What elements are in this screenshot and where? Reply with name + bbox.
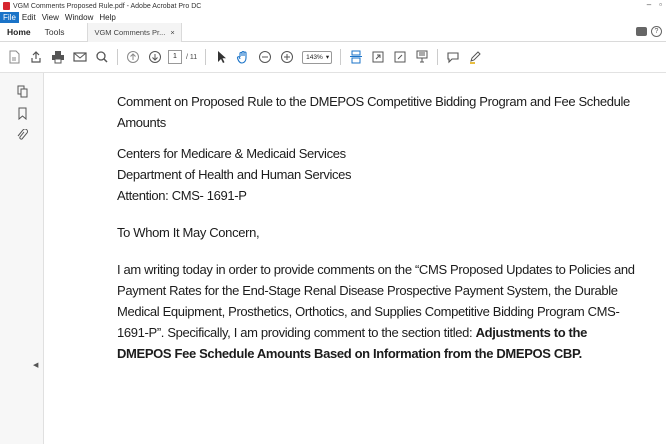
salutation: To Whom It May Concern, [117,225,260,240]
add-comment-icon[interactable] [442,46,464,68]
toolbar-separator [117,49,118,65]
body-text: 1691-P”. Specifically, I am providing co… [117,325,476,340]
full-screen-icon[interactable] [389,46,411,68]
document-tab-label: VGM Comments Pr... [94,27,166,37]
body-line: Payment Rates for the End-Stage Renal Di… [117,283,618,298]
zoom-level-dropdown[interactable]: 143% ▾ [302,50,333,64]
tab-tools[interactable]: Tools [38,23,72,42]
tab-document[interactable]: VGM Comments Pr... × [87,22,182,42]
tabbar-right-icons: ? [636,26,662,37]
read-mode-icon[interactable] [411,46,433,68]
menu-window[interactable]: Window [62,12,96,23]
comment-icon[interactable] [636,27,647,36]
close-tab-icon[interactable]: × [170,23,174,42]
document-title-line: Amounts [117,115,166,130]
next-page-icon[interactable] [144,46,166,68]
address-line: Centers for Medicare & Medicaid Services [117,146,346,161]
bookmark-icon[interactable] [17,107,28,120]
share-icon[interactable] [25,46,47,68]
body-line: 1691-P”. Specifically, I am providing co… [117,322,657,343]
zoom-out-icon[interactable] [254,46,276,68]
address-line: Attention: CMS- 1691-P [117,188,247,203]
document-view[interactable]: Comment on Proposed Rule to the DMEPOS C… [45,73,666,444]
acrobat-pdf-icon [3,2,10,10]
document-page: Comment on Proposed Rule to the DMEPOS C… [117,91,657,364]
body-line: Medical Equipment, Prosthetics, Orthotic… [117,304,620,319]
minimize-button[interactable]: – [643,0,655,9]
search-icon[interactable] [91,46,113,68]
attachment-icon[interactable] [17,129,28,142]
menu-file[interactable]: File [0,12,19,23]
tab-bar: Home Tools VGM Comments Pr... × ? [0,22,666,42]
window-title: VGM Comments Proposed Rule.pdf - Adobe A… [13,2,202,10]
title-bar: VGM Comments Proposed Rule.pdf - Adobe A… [0,0,666,12]
help-icon[interactable]: ? [651,26,662,37]
create-pdf-icon[interactable] [3,46,25,68]
page-thumbnails-icon[interactable] [17,85,28,98]
menu-help[interactable]: Help [96,12,118,23]
address-line: Department of Health and Human Services [117,167,352,182]
zoom-in-icon[interactable] [276,46,298,68]
print-icon[interactable] [47,46,69,68]
select-cursor-icon[interactable] [210,46,232,68]
section-title-bold: Adjustments to the [475,325,588,340]
section-title-bold: DMEPOS Fee Schedule Amounts Based on Inf… [117,346,582,361]
restore-button[interactable]: ▫ [655,0,666,9]
document-title-line: Comment on Proposed Rule to the DMEPOS C… [117,94,630,109]
tab-home[interactable]: Home [0,23,38,42]
email-icon[interactable] [69,46,91,68]
window-controls: – ▫ [643,0,666,9]
hand-tool-icon[interactable] [232,46,254,68]
toolbar-separator [340,49,342,65]
menu-view[interactable]: View [39,12,62,23]
chevron-down-icon: ▾ [325,53,330,61]
toolbar-separator [437,49,439,65]
body-line: I am writing today in order to provide c… [117,262,635,277]
body-line: DMEPOS Fee Schedule Amounts Based on Inf… [117,343,657,364]
menu-edit[interactable]: Edit [19,12,39,23]
previous-page-icon[interactable] [122,46,144,68]
rotate-view-icon[interactable] [367,46,389,68]
menu-bar: File Edit View Window Help [0,12,666,23]
highlight-pen-icon[interactable] [464,46,486,68]
zoom-level-value: 143% [306,53,323,61]
toolbar-separator [205,49,207,65]
navigation-pane: ◀ [0,73,44,444]
toolbar: 1 / 11 143% ▾ [0,42,666,73]
page-total: / 11 [186,53,198,61]
page-number-input[interactable]: 1 [168,50,182,64]
collapse-pane-icon[interactable]: ◀ [33,361,38,369]
page-display-icon[interactable] [345,46,367,68]
